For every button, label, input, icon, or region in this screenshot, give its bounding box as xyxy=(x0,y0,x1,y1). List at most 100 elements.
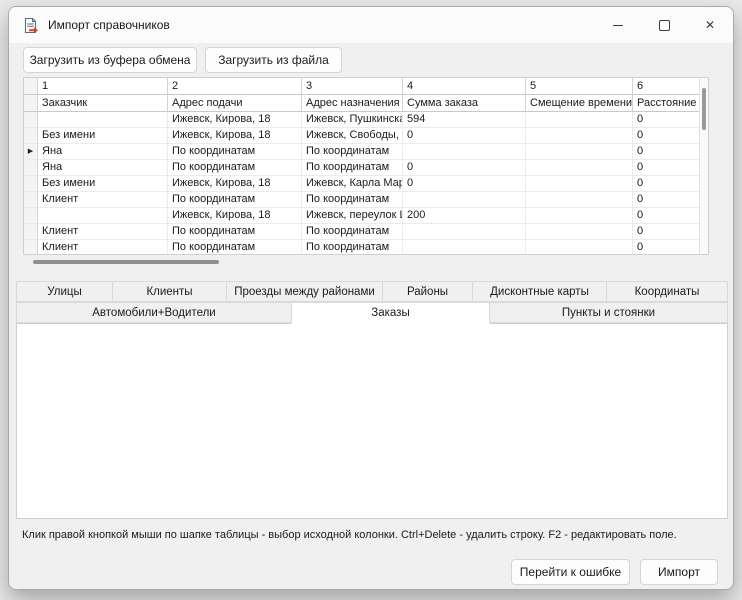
table-cell[interactable]: Без имени xyxy=(38,128,168,144)
table-row[interactable]: Без имени Ижевск, Кирова, 18 Ижевск, Кар… xyxy=(24,176,699,192)
table-row[interactable]: Ижевск, Кирова, 18 Ижевск, Пушкинская, 2… xyxy=(24,112,699,128)
table-cell[interactable]: 0 xyxy=(633,240,699,254)
table-row[interactable]: Клиент По координатам По координатам 0 xyxy=(24,224,699,240)
table-cell[interactable]: По координатам xyxy=(168,240,302,254)
table-cell[interactable]: Яна xyxy=(38,160,168,176)
table-cell[interactable] xyxy=(403,192,526,208)
table-row[interactable]: Клиент По координатам По координатам 0 xyxy=(24,240,699,254)
table-cell[interactable]: Клиент xyxy=(38,224,168,240)
table-cell[interactable]: 0 xyxy=(403,160,526,176)
table-row[interactable]: Клиент По координатам По координатам 0 xyxy=(24,192,699,208)
table-cell[interactable] xyxy=(403,224,526,240)
import-button[interactable]: Импорт xyxy=(640,559,718,585)
column-header[interactable]: Адрес подачи xyxy=(168,95,302,112)
column-index-header[interactable]: 6 xyxy=(633,78,699,95)
table-cell[interactable]: По координатам xyxy=(168,192,302,208)
vertical-scrollbar[interactable] xyxy=(699,78,708,254)
table-cell[interactable] xyxy=(38,208,168,224)
title-bar[interactable]: Импорт справочников ✕ xyxy=(9,7,733,43)
scrollbar-thumb[interactable] xyxy=(702,88,706,130)
table-cell[interactable]: Ижевск, Кирова, 18 xyxy=(168,112,302,128)
load-from-clipboard-button[interactable]: Загрузить из буфера обмена xyxy=(23,47,197,73)
table-cell[interactable] xyxy=(526,240,633,254)
table-cell[interactable]: 0 xyxy=(633,112,699,128)
table-row[interactable]: Без имени Ижевск, Кирова, 18 Ижевск, Сво… xyxy=(24,128,699,144)
tab-clients[interactable]: Клиенты xyxy=(112,281,227,302)
table-cell[interactable] xyxy=(526,112,633,128)
help-hint-text: Клик правой кнопкой мыши по шапке таблиц… xyxy=(22,529,677,541)
table-cell[interactable]: Ижевск, Пушкинская, 22 xyxy=(302,112,403,128)
goto-error-button[interactable]: Перейти к ошибке xyxy=(511,559,630,585)
scrollbar-thumb[interactable] xyxy=(33,260,219,264)
column-index-header[interactable]: 5 xyxy=(526,78,633,95)
tab-orders[interactable]: Заказы xyxy=(291,302,490,324)
column-header[interactable]: Смещение времени xyxy=(526,95,633,112)
table-cell[interactable] xyxy=(526,160,633,176)
column-header[interactable]: Адрес назначения xyxy=(302,95,403,112)
row-marker xyxy=(24,128,38,144)
table-cell[interactable]: 200 xyxy=(403,208,526,224)
column-header[interactable]: Расстояние поездки xyxy=(633,95,699,112)
minimize-icon[interactable] xyxy=(595,7,641,43)
table-cell[interactable] xyxy=(526,128,633,144)
table-cell[interactable]: Ижевск, переулок Широкий xyxy=(302,208,403,224)
table-cell[interactable]: Ижевск, Свободы, 12 xyxy=(302,128,403,144)
table-cell[interactable]: 0 xyxy=(633,208,699,224)
table-cell[interactable]: По координатам xyxy=(302,240,403,254)
table-cell[interactable]: По координатам xyxy=(302,224,403,240)
tab-vehicles-drivers[interactable]: Автомобили+Водители xyxy=(16,302,292,323)
table-cell[interactable] xyxy=(526,208,633,224)
table-cell[interactable] xyxy=(526,144,633,160)
column-header[interactable]: Сумма заказа xyxy=(403,95,526,112)
table-cell[interactable]: По координатам xyxy=(168,224,302,240)
table-cell[interactable]: Клиент xyxy=(38,192,168,208)
table-cell[interactable]: По координатам xyxy=(302,144,403,160)
horizontal-scrollbar[interactable] xyxy=(23,257,709,267)
maximize-icon[interactable] xyxy=(641,7,687,43)
table-row[interactable]: Ижевск, Кирова, 18 Ижевск, переулок Широ… xyxy=(24,208,699,224)
table-cell[interactable]: Клиент xyxy=(38,240,168,254)
table-cell[interactable] xyxy=(526,176,633,192)
table-cell[interactable]: 0 xyxy=(403,176,526,192)
tab-coordinates[interactable]: Координаты xyxy=(606,281,728,302)
column-index-header[interactable]: 2 xyxy=(168,78,302,95)
column-header[interactable]: Заказчик xyxy=(38,95,168,112)
table-cell[interactable]: 0 xyxy=(403,128,526,144)
table-cell[interactable]: Ижевск, Карла Маркса, 15 xyxy=(302,176,403,192)
table-cell[interactable]: Ижевск, Кирова, 18 xyxy=(168,176,302,192)
table-cell[interactable] xyxy=(526,224,633,240)
table-body: Ижевск, Кирова, 18 Ижевск, Пушкинская, 2… xyxy=(24,112,699,254)
tab-district-transits[interactable]: Проезды между районами xyxy=(226,281,383,302)
tab-districts[interactable]: Районы xyxy=(382,281,473,302)
table-cell[interactable] xyxy=(403,240,526,254)
table-cell[interactable]: Без имени xyxy=(38,176,168,192)
tab-streets[interactable]: Улицы xyxy=(16,281,113,302)
table-cell[interactable]: Ижевск, Кирова, 18 xyxy=(168,128,302,144)
table-cell[interactable]: 0 xyxy=(633,144,699,160)
table-cell[interactable] xyxy=(403,144,526,160)
table-cell[interactable]: 0 xyxy=(633,128,699,144)
table-row[interactable]: Яна По координатам По координатам 0 0 xyxy=(24,160,699,176)
tab-points-parking[interactable]: Пункты и стоянки xyxy=(489,302,728,323)
table-cell[interactable]: По координатам xyxy=(168,144,302,160)
table-cell[interactable]: Яна xyxy=(38,144,168,160)
load-from-file-button[interactable]: Загрузить из файла xyxy=(205,47,342,73)
table-cell[interactable]: 0 xyxy=(633,192,699,208)
column-index-header[interactable]: 3 xyxy=(302,78,403,95)
table-cell[interactable] xyxy=(526,192,633,208)
table-cell[interactable] xyxy=(38,112,168,128)
table-cell[interactable]: 0 xyxy=(633,176,699,192)
table-row[interactable]: ▶ Яна По координатам По координатам 0 xyxy=(24,144,699,160)
column-index-header[interactable]: 1 xyxy=(38,78,168,95)
tab-discount-cards[interactable]: Дисконтные карты xyxy=(472,281,607,302)
close-icon[interactable]: ✕ xyxy=(687,7,733,43)
table-cell[interactable]: 0 xyxy=(633,160,699,176)
table-cell[interactable]: По координатам xyxy=(168,160,302,176)
orders-tab-page xyxy=(16,323,728,519)
table-cell[interactable]: 594 xyxy=(403,112,526,128)
table-cell[interactable]: По координатам xyxy=(302,160,403,176)
table-cell[interactable]: Ижевск, Кирова, 18 xyxy=(168,208,302,224)
table-cell[interactable]: По координатам xyxy=(302,192,403,208)
column-index-header[interactable]: 4 xyxy=(403,78,526,95)
table-cell[interactable]: 0 xyxy=(633,224,699,240)
